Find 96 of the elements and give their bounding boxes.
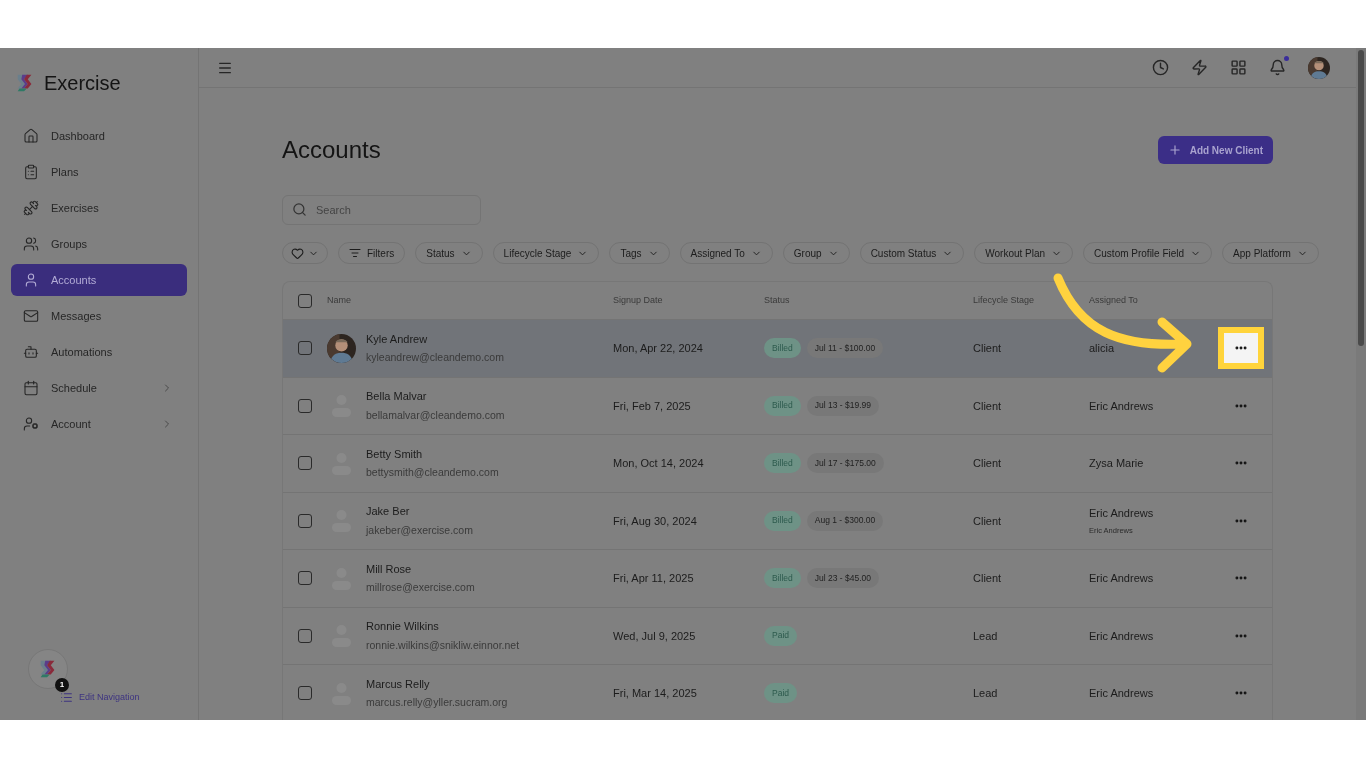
calendar-icon: [23, 380, 39, 396]
column-header: Name: [327, 293, 352, 307]
status-badge: Paid: [764, 683, 797, 704]
client-name: Ronnie Wilkins: [366, 619, 440, 635]
column-header: Lifecycle Stage: [973, 293, 1036, 307]
person-gear-icon: [23, 416, 39, 432]
robot-icon: [23, 344, 39, 360]
client-email: ronnie.wilkins@snikliw.einnor.net: [366, 637, 520, 653]
status-badge: Billed: [764, 568, 801, 589]
checkbox[interactable]: [298, 571, 312, 586]
clock-icon[interactable]: [1152, 59, 1169, 76]
client-email: kyleandrew@cleandemo.com: [366, 350, 504, 366]
brand-name: Exercise: [44, 71, 121, 96]
plus-icon: [1167, 143, 1182, 157]
assignee-name: Eric Andrews: [1089, 686, 1155, 701]
clipboard-icon: [23, 164, 39, 180]
sidebar-item[interactable]: Account: [11, 408, 187, 440]
lifecycle-stage: Lead: [973, 686, 999, 701]
checkbox[interactable]: [298, 341, 312, 356]
client-email: marcus.relly@yller.sucram.org: [366, 695, 508, 711]
invoice-chip: Jul 17 - $175.00: [806, 453, 884, 474]
status-badge: Billed: [764, 510, 801, 531]
checkbox[interactable]: [298, 628, 312, 643]
signup-date: Fri, Mar 14, 2025: [613, 686, 698, 701]
invoice-chip: Jul 13 - $19.99: [806, 395, 880, 416]
lifecycle-stage: Client: [973, 398, 1003, 414]
sidebar-item[interactable]: Automations: [11, 336, 187, 368]
sidebar-item[interactable]: Plans: [11, 156, 187, 188]
signup-date: Fri, Feb 7, 2025: [613, 398, 692, 414]
assignee-name: Eric Andrews: [1089, 506, 1155, 522]
client-email: bellamalvar@cleandemo.com: [366, 407, 505, 423]
client-name: Mill Rose: [366, 561, 413, 577]
filter-icon: [349, 247, 361, 259]
table-row[interactable]: Kyle Andrew kyleandrew@cleandemo.com Mon, Apr 22, 2024 Billed Jul 11 - $100.00 Client alicia: [283, 320, 1272, 378]
assignee-name: Eric Andrews: [1089, 398, 1155, 414]
sidebar-item[interactable]: Exercises: [11, 192, 187, 224]
list-icon: [60, 690, 73, 704]
sidebar-item[interactable]: Accounts: [11, 264, 187, 296]
scrollbar-thumb[interactable]: [1358, 50, 1364, 346]
add-client-button[interactable]: Add New Client: [1157, 136, 1273, 164]
client-name: Kyle Andrew: [366, 331, 429, 347]
invoice-chip: Jul 11 - $100.00: [806, 338, 884, 359]
client-email: bettysmith@cleandemo.com: [366, 465, 499, 481]
lifecycle-stage: Lead: [973, 628, 999, 644]
column-header: Signup Date: [613, 293, 664, 307]
heart-icon: [291, 246, 304, 260]
grid-icon[interactable]: [1230, 59, 1247, 76]
bell-icon[interactable]: [1269, 59, 1286, 76]
client-email: jakeber@exercise.com: [366, 522, 473, 538]
signup-date: Fri, Apr 11, 2025: [613, 571, 695, 586]
search-icon: [292, 202, 307, 217]
sidebar-item[interactable]: Groups: [11, 228, 187, 260]
more-options-button[interactable]: [1217, 327, 1264, 370]
checkbox[interactable]: [298, 293, 312, 308]
status-badge: Billed: [764, 338, 801, 359]
person-icon: [23, 272, 39, 288]
column-header: Assigned To: [1089, 293, 1139, 307]
lifecycle-stage: Client: [973, 513, 1003, 529]
edit-navigation-link[interactable]: Edit Navigation: [60, 690, 198, 704]
envelope-icon: [23, 308, 39, 324]
assignee-name: alicia: [1089, 341, 1116, 356]
assignee-name: Eric Andrews: [1089, 571, 1155, 586]
sidebar-item[interactable]: Messages: [11, 300, 187, 332]
assignee-name: Eric Andrews: [1089, 628, 1155, 644]
column-header: Status: [764, 293, 791, 307]
checkbox[interactable]: [298, 513, 312, 528]
dumbbell-icon: [23, 200, 39, 216]
assignee-name: Zysa Marie: [1089, 456, 1145, 471]
client-name: Jake Ber: [366, 504, 411, 520]
invoice-chip: Aug 1 - $300.00: [806, 510, 884, 531]
client-name: Bella Malvar: [366, 389, 428, 405]
count-badge: 1: [55, 677, 69, 692]
signup-date: Wed, Jul 9, 2025: [613, 628, 697, 644]
client-name: Marcus Relly: [366, 676, 431, 692]
signup-date: Mon, Apr 22, 2024: [613, 341, 704, 356]
lifecycle-stage: Client: [973, 571, 1003, 586]
people-icon: [23, 236, 39, 252]
page-title: Accounts: [282, 135, 381, 165]
sidebar-item[interactable]: Schedule: [11, 372, 187, 404]
status-badge: Paid: [764, 625, 797, 646]
search-field[interactable]: Search: [282, 195, 481, 225]
house-icon: [23, 128, 39, 144]
client-email: millrose@exercise.com: [366, 580, 475, 596]
signup-date: Fri, Aug 30, 2024: [613, 513, 698, 529]
status-badge: Billed: [764, 395, 801, 416]
lightning-icon[interactable]: [1191, 59, 1208, 76]
signup-date: Mon, Oct 14, 2024: [613, 456, 705, 471]
lifecycle-stage: Client: [973, 456, 1003, 471]
sidebar-item[interactable]: Dashboard: [11, 120, 187, 152]
checkbox[interactable]: [298, 398, 312, 413]
status-badge: Billed: [764, 453, 801, 474]
client-name: Betty Smith: [366, 446, 424, 462]
lifecycle-stage: Client: [973, 341, 1003, 356]
invoice-chip: Jul 23 - $45.00: [806, 568, 880, 589]
checkbox[interactable]: [298, 686, 312, 701]
checkbox[interactable]: [298, 456, 312, 471]
